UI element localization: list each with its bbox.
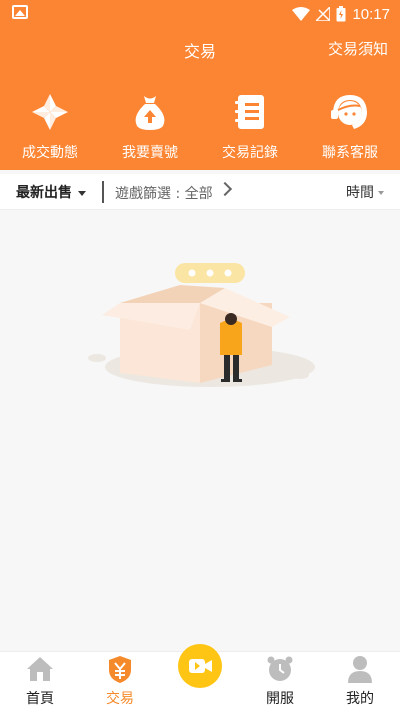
tab-profile[interactable]: 我的 (320, 652, 400, 711)
battery-icon (336, 6, 346, 22)
tab-home[interactable]: 首頁 (0, 652, 80, 711)
action-sell-account[interactable]: 我要賣號 (100, 88, 200, 170)
status-bar: 10:17 (0, 0, 400, 28)
tab-label: 開服 (266, 691, 294, 707)
caret-down-icon (78, 190, 86, 196)
action-label: 交易記錄 (222, 145, 278, 161)
pinwheel-icon (32, 94, 68, 130)
trade-shield-icon (109, 656, 131, 683)
chevron-right-icon[interactable] (217, 181, 233, 197)
action-label: 我要賣號 (122, 145, 178, 161)
tab-label: 交易 (106, 691, 134, 707)
empty-box-illustration (88, 263, 315, 387)
money-bag-icon (135, 96, 165, 130)
time-sort-label: 時間 (346, 185, 374, 201)
tab-label: 首頁 (26, 691, 54, 707)
quick-actions: 成交動態 我要賣號 交易記錄 聯系客服 (0, 88, 400, 170)
video-icon (178, 644, 222, 688)
filter-bar: 最新出售 遊戲篩選 : 全部 時間 (0, 174, 400, 210)
sort-latest-label: 最新出售 (16, 185, 72, 201)
bottom-tab-bar: 首頁 交易 開服 我的 (0, 644, 400, 711)
home-icon (27, 657, 53, 681)
sort-latest-dropdown[interactable]: 最新出售 (16, 182, 86, 202)
image-notification-icon (12, 5, 28, 19)
notebook-icon (235, 95, 264, 129)
clock-time: 10:17 (352, 5, 390, 23)
tab-label: 我的 (346, 691, 374, 707)
game-filter[interactable]: 遊戲篩選 : 全部 (115, 183, 213, 203)
customer-service-icon (331, 95, 367, 129)
trade-notice-link[interactable]: 交易須知 (328, 38, 388, 59)
tab-video[interactable] (160, 644, 240, 711)
tab-server-open[interactable]: 開服 (240, 652, 320, 711)
action-label: 聯系客服 (322, 145, 378, 161)
caret-down-icon (378, 191, 384, 195)
action-deal-feed[interactable]: 成交動態 (0, 88, 100, 170)
wifi-icon (292, 7, 311, 21)
time-sort-dropdown[interactable]: 時間 (346, 182, 384, 202)
person-icon (348, 656, 372, 683)
filter-divider (102, 181, 104, 203)
action-trade-records[interactable]: 交易記錄 (200, 88, 300, 170)
action-label: 成交動態 (22, 145, 78, 161)
tab-trade[interactable]: 交易 (80, 652, 160, 711)
app-header: 交易 交易須知 (0, 30, 400, 68)
alarm-clock-icon (267, 656, 293, 681)
no-signal-icon (316, 7, 331, 21)
action-contact-support[interactable]: 聯系客服 (300, 88, 400, 170)
